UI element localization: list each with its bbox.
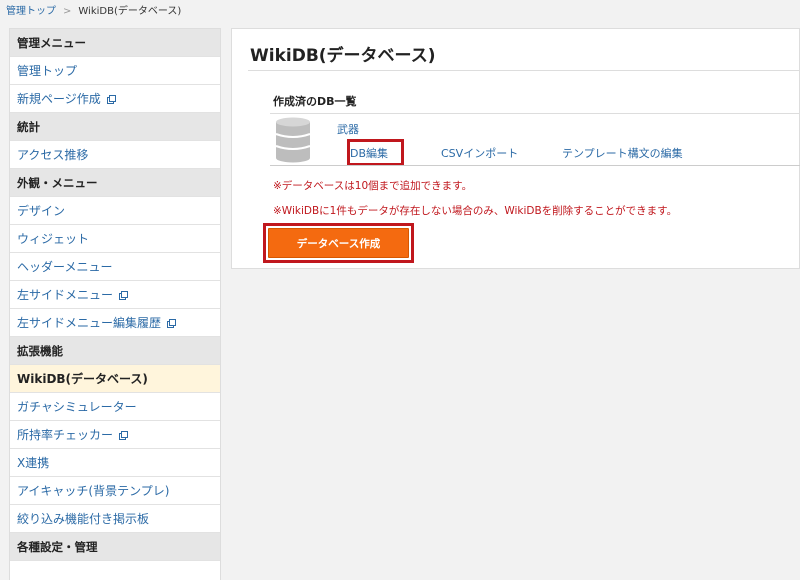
sidebar-section-heading: 外観・メニュー [10,169,220,197]
sidebar-item[interactable]: ガチャシミュレーター [10,393,220,421]
sidebar-item[interactable]: ウィジェット [10,225,220,253]
sidebar-item-label: 左サイドメニュー [17,288,114,302]
sidebar-item-label: アクセス推移 [17,148,89,162]
csv-import-link[interactable]: CSVインポート [441,145,518,161]
sidebar-item-label: ガチャシミュレーター [17,400,137,414]
sidebar-item-label: 統計 [17,120,40,134]
sidebar: 管理メニュー 管理トップ新規ページ作成 統計アクセス推移 外観・メニュー デザインウィジ… [9,28,221,580]
sidebar-item-label: アイキャッチ(背景テンプレ) [17,484,170,498]
sidebar-item-label: 所持率チェッカー [17,428,114,442]
sidebar-item[interactable]: WikiDB(データベース) [10,365,220,393]
db-delete-note: ※WikiDBに1件もデータが存在しない場合のみ、WikiDBを削除することがで… [273,205,678,217]
sidebar-item[interactable]: 絞り込み機能付き掲示板 [10,505,220,533]
create-database-button[interactable]: データベース作成 [268,228,409,258]
sidebar-item-label: 管理トップ [17,64,78,78]
db-list-divider [270,113,800,114]
title-divider [248,70,800,71]
db-row-divider [270,165,800,166]
sidebar-item-label: 管理メニュー [17,36,86,50]
sidebar-section-heading: 統計 [10,113,220,141]
sidebar-item-label: 外観・メニュー [17,176,98,190]
sidebar-item[interactable]: ヘッダーメニュー [10,253,220,281]
template-edit-link[interactable]: テンプレート構文の編集 [562,145,683,161]
sidebar-item[interactable]: 新規ページ作成 [10,85,220,113]
sidebar-item-label: 拡張機能 [17,344,63,358]
sidebar-item-label: ウィジェット [17,232,90,246]
external-link-icon [167,319,177,328]
sidebar-item-label: X連携 [17,456,50,470]
sidebar-item[interactable]: 左サイドメニュー [10,281,220,309]
sidebar-section-heading: 拡張機能 [10,337,220,365]
sidebar-item-label: デザイン [17,204,66,218]
db-limit-note: ※データベースは10個まで追加できます。 [273,180,473,192]
sidebar-item[interactable]: 管理トップ [10,57,220,85]
breadcrumb: 管理トップ > WikiDB(データベース) [0,0,800,24]
sidebar-item[interactable]: 左サイドメニュー編集履歴 [10,309,220,337]
sidebar-item[interactable]: X連携 [10,449,220,477]
breadcrumb-home-link[interactable]: 管理トップ [6,6,56,17]
sidebar-item[interactable]: アイキャッチ(背景テンプレ) [10,477,220,505]
db-list-heading: 作成済のDB一覧 [273,95,357,108]
breadcrumb-current: WikiDB(データベース) [78,6,182,17]
sidebar-section-heading: 各種設定・管理 [10,533,220,561]
breadcrumb-separator: > [63,6,72,17]
database-icon [275,117,311,167]
sidebar-item-label: 左サイドメニュー編集履歴 [17,316,162,330]
sidebar-item[interactable]: アクセス推移 [10,141,220,169]
external-link-icon [119,431,129,440]
external-link-icon [119,291,129,300]
sidebar-item-label: ヘッダーメニュー [17,260,113,274]
sidebar-item-label: 新規ページ作成 [17,92,101,106]
sidebar-section-heading: 管理メニュー [10,29,220,57]
sidebar-item-label: 各種設定・管理 [17,540,98,554]
db-edit-highlight [347,139,404,166]
main-panel: WikiDB(データベース) 作成済のDB一覧 武器 DB編集 CSVインポート… [231,28,800,269]
sidebar-item[interactable]: 所持率チェッカー [10,421,220,449]
sidebar-item-label: WikiDB(データベース) [17,372,148,386]
sidebar-item[interactable]: デザイン [10,197,220,225]
sidebar-item-label: 絞り込み機能付き掲示板 [17,512,150,526]
page-title: WikiDB(データベース) [250,46,436,66]
external-link-icon [106,95,116,104]
database-name-link[interactable]: 武器 [337,121,359,137]
